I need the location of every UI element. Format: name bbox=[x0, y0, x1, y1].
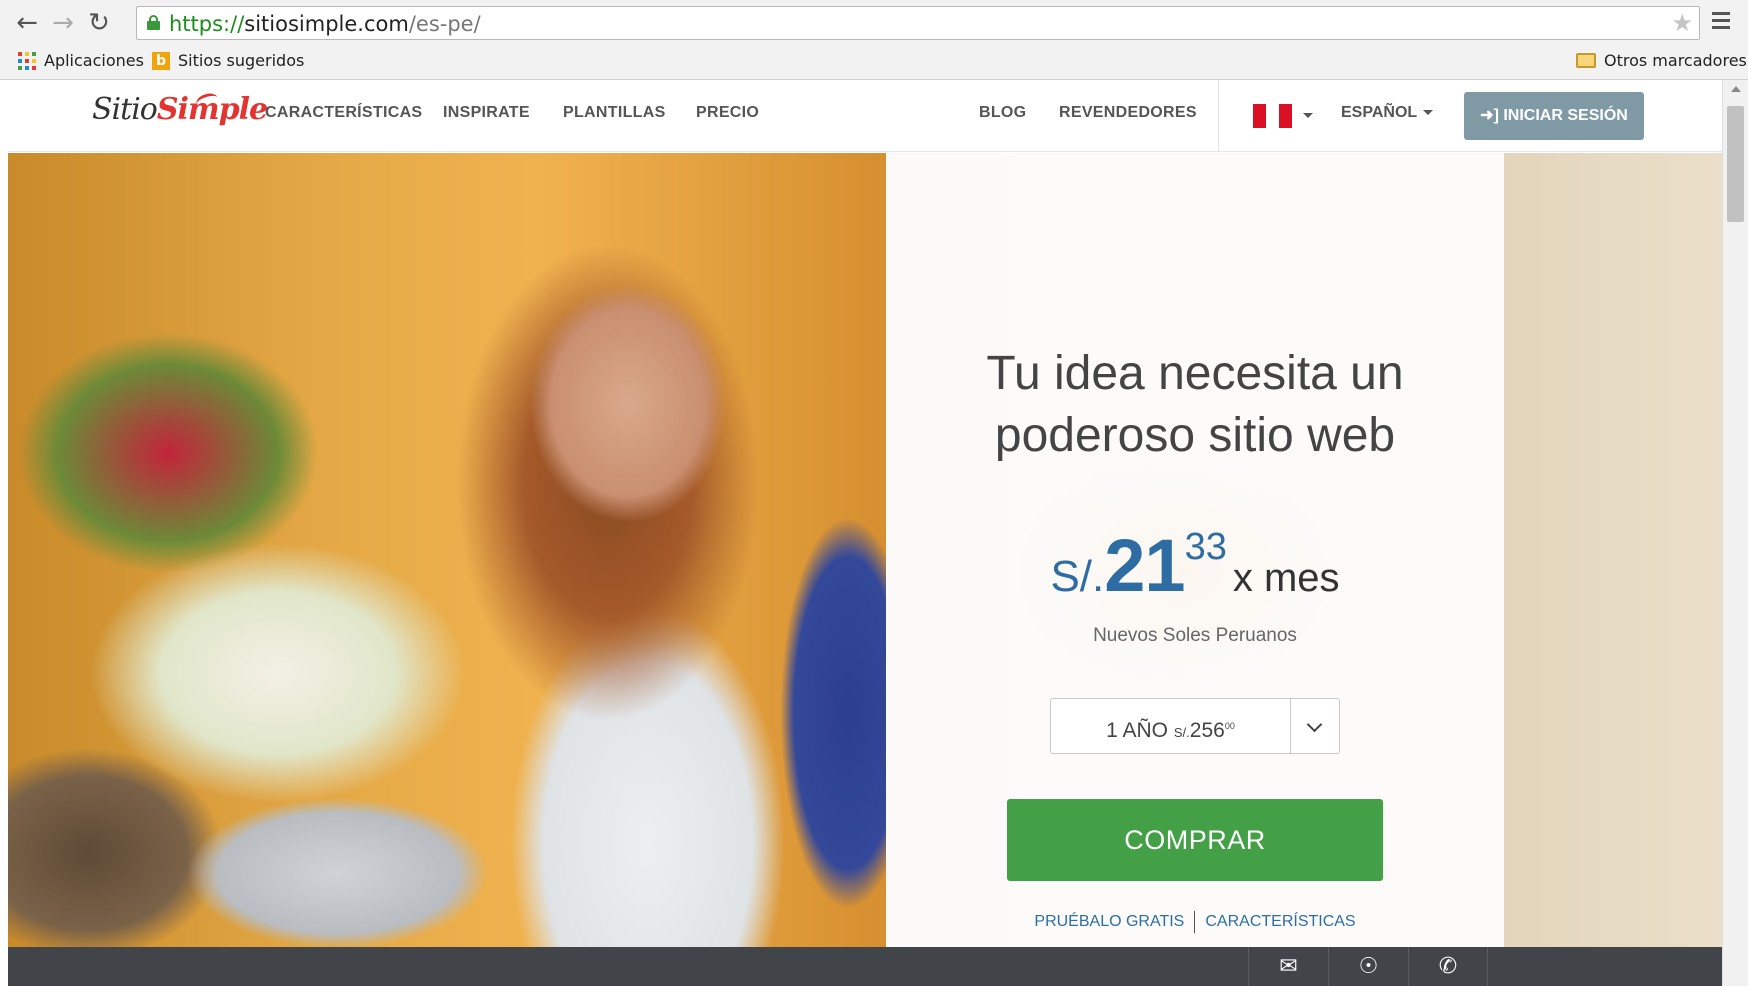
login-button[interactable]: ➜] INICIAR SESIÓN bbox=[1464, 92, 1644, 140]
price-decimal: 33 bbox=[1184, 526, 1227, 568]
buy-button[interactable]: COMPRAR bbox=[1007, 799, 1383, 881]
chat-icon[interactable]: ✉ bbox=[1248, 947, 1328, 986]
lock-icon bbox=[147, 15, 160, 30]
site-header: SitioSimple CARACTERÍSTICAS INSPIRATE PL… bbox=[8, 80, 1722, 152]
bookmark-other[interactable]: Otros marcadores bbox=[1576, 51, 1747, 70]
browser-menu-icon[interactable] bbox=[1712, 12, 1732, 32]
try-free-link[interactable]: PRUÉBALO GRATIS bbox=[1034, 913, 1184, 930]
scroll-thumb[interactable] bbox=[1727, 106, 1744, 222]
link-separator bbox=[1194, 911, 1196, 933]
apps-grid-icon bbox=[18, 51, 36, 70]
bookmarks-bar: Aplicaciones b Sitios sugeridos Otros ma… bbox=[0, 44, 1748, 78]
price-period: x mes bbox=[1232, 556, 1340, 600]
bookmark-apps[interactable]: Aplicaciones bbox=[18, 51, 144, 70]
nav-caracteristicas[interactable]: CARACTERÍSTICAS bbox=[265, 104, 422, 122]
url-text[interactable]: https://sitiosimple.com/es-pe/ bbox=[169, 12, 481, 36]
country-flag-selector[interactable] bbox=[1253, 104, 1293, 128]
nav-inspirate[interactable]: INSPIRATE bbox=[443, 104, 530, 122]
price-integer: 21 bbox=[1104, 524, 1185, 607]
address-bar[interactable]: https://sitiosimple.com/es-pe/ ★ bbox=[136, 6, 1700, 40]
phone-icon[interactable]: ✆ bbox=[1408, 947, 1488, 986]
nav-blog[interactable]: BLOG bbox=[979, 104, 1026, 122]
bookmark-star-icon[interactable]: ★ bbox=[1671, 9, 1693, 37]
nav-precio[interactable]: PRECIO bbox=[696, 104, 759, 122]
folder-icon bbox=[1576, 53, 1596, 68]
bookmark-suggested[interactable]: b Sitios sugeridos bbox=[152, 51, 304, 70]
flag-caret-icon bbox=[1303, 113, 1313, 118]
scroll-up-icon[interactable] bbox=[1731, 86, 1741, 92]
chevron-down-icon[interactable] bbox=[1306, 716, 1323, 733]
browser-toolbar: ← → ↻ https://sitiosimple.com/es-pe/ ★ A… bbox=[0, 0, 1748, 80]
price-subtitle: Nuevos Soles Peruanos bbox=[1093, 625, 1297, 646]
lifebuoy-icon[interactable]: ☉ bbox=[1328, 947, 1408, 986]
hero-section: Tu idea necesita un poderoso sitio web S… bbox=[8, 153, 1722, 947]
site-logo[interactable]: SitioSimple bbox=[92, 92, 268, 127]
nav-revendedores[interactable]: REVENDEDORES bbox=[1059, 104, 1197, 122]
price-currency: S/. bbox=[1050, 552, 1105, 601]
page-scrollbar[interactable] bbox=[1722, 80, 1748, 986]
language-caret-icon bbox=[1423, 110, 1434, 116]
support-bar: ✉ ☉ ✆ bbox=[8, 947, 1722, 986]
nav-plantillas[interactable]: PLANTILLAS bbox=[563, 104, 666, 122]
pricing-panel: Tu idea necesita un poderoso sitio web S… bbox=[886, 153, 1504, 947]
bing-icon: b bbox=[152, 51, 170, 70]
hero-headline: Tu idea necesita un poderoso sitio web bbox=[986, 347, 1404, 462]
price-display: S/.2133x mes bbox=[886, 523, 1504, 613]
hero-photo bbox=[8, 153, 886, 947]
plan-select[interactable]: 1 AÑO S/.25600 bbox=[1050, 698, 1340, 754]
browser-window: ← → ↻ https://sitiosimple.com/es-pe/ ★ A… bbox=[0, 0, 1748, 986]
page-viewport: SitioSimple CARACTERÍSTICAS INSPIRATE PL… bbox=[8, 80, 1722, 986]
reload-icon[interactable]: ↻ bbox=[84, 8, 114, 38]
back-icon[interactable]: ← bbox=[12, 8, 42, 38]
plan-select-value: 1 AÑO S/.25600 bbox=[1051, 699, 1291, 753]
features-link[interactable]: CARACTERÍSTICAS bbox=[1205, 913, 1355, 930]
hero-links: PRUÉBALO GRATIS CARACTERÍSTICAS bbox=[886, 911, 1504, 933]
nav-divider bbox=[1218, 80, 1219, 152]
language-selector[interactable]: ESPAÑOL bbox=[1341, 104, 1434, 122]
hero-background-right bbox=[1504, 153, 1722, 947]
forward-icon[interactable]: → bbox=[48, 8, 78, 38]
